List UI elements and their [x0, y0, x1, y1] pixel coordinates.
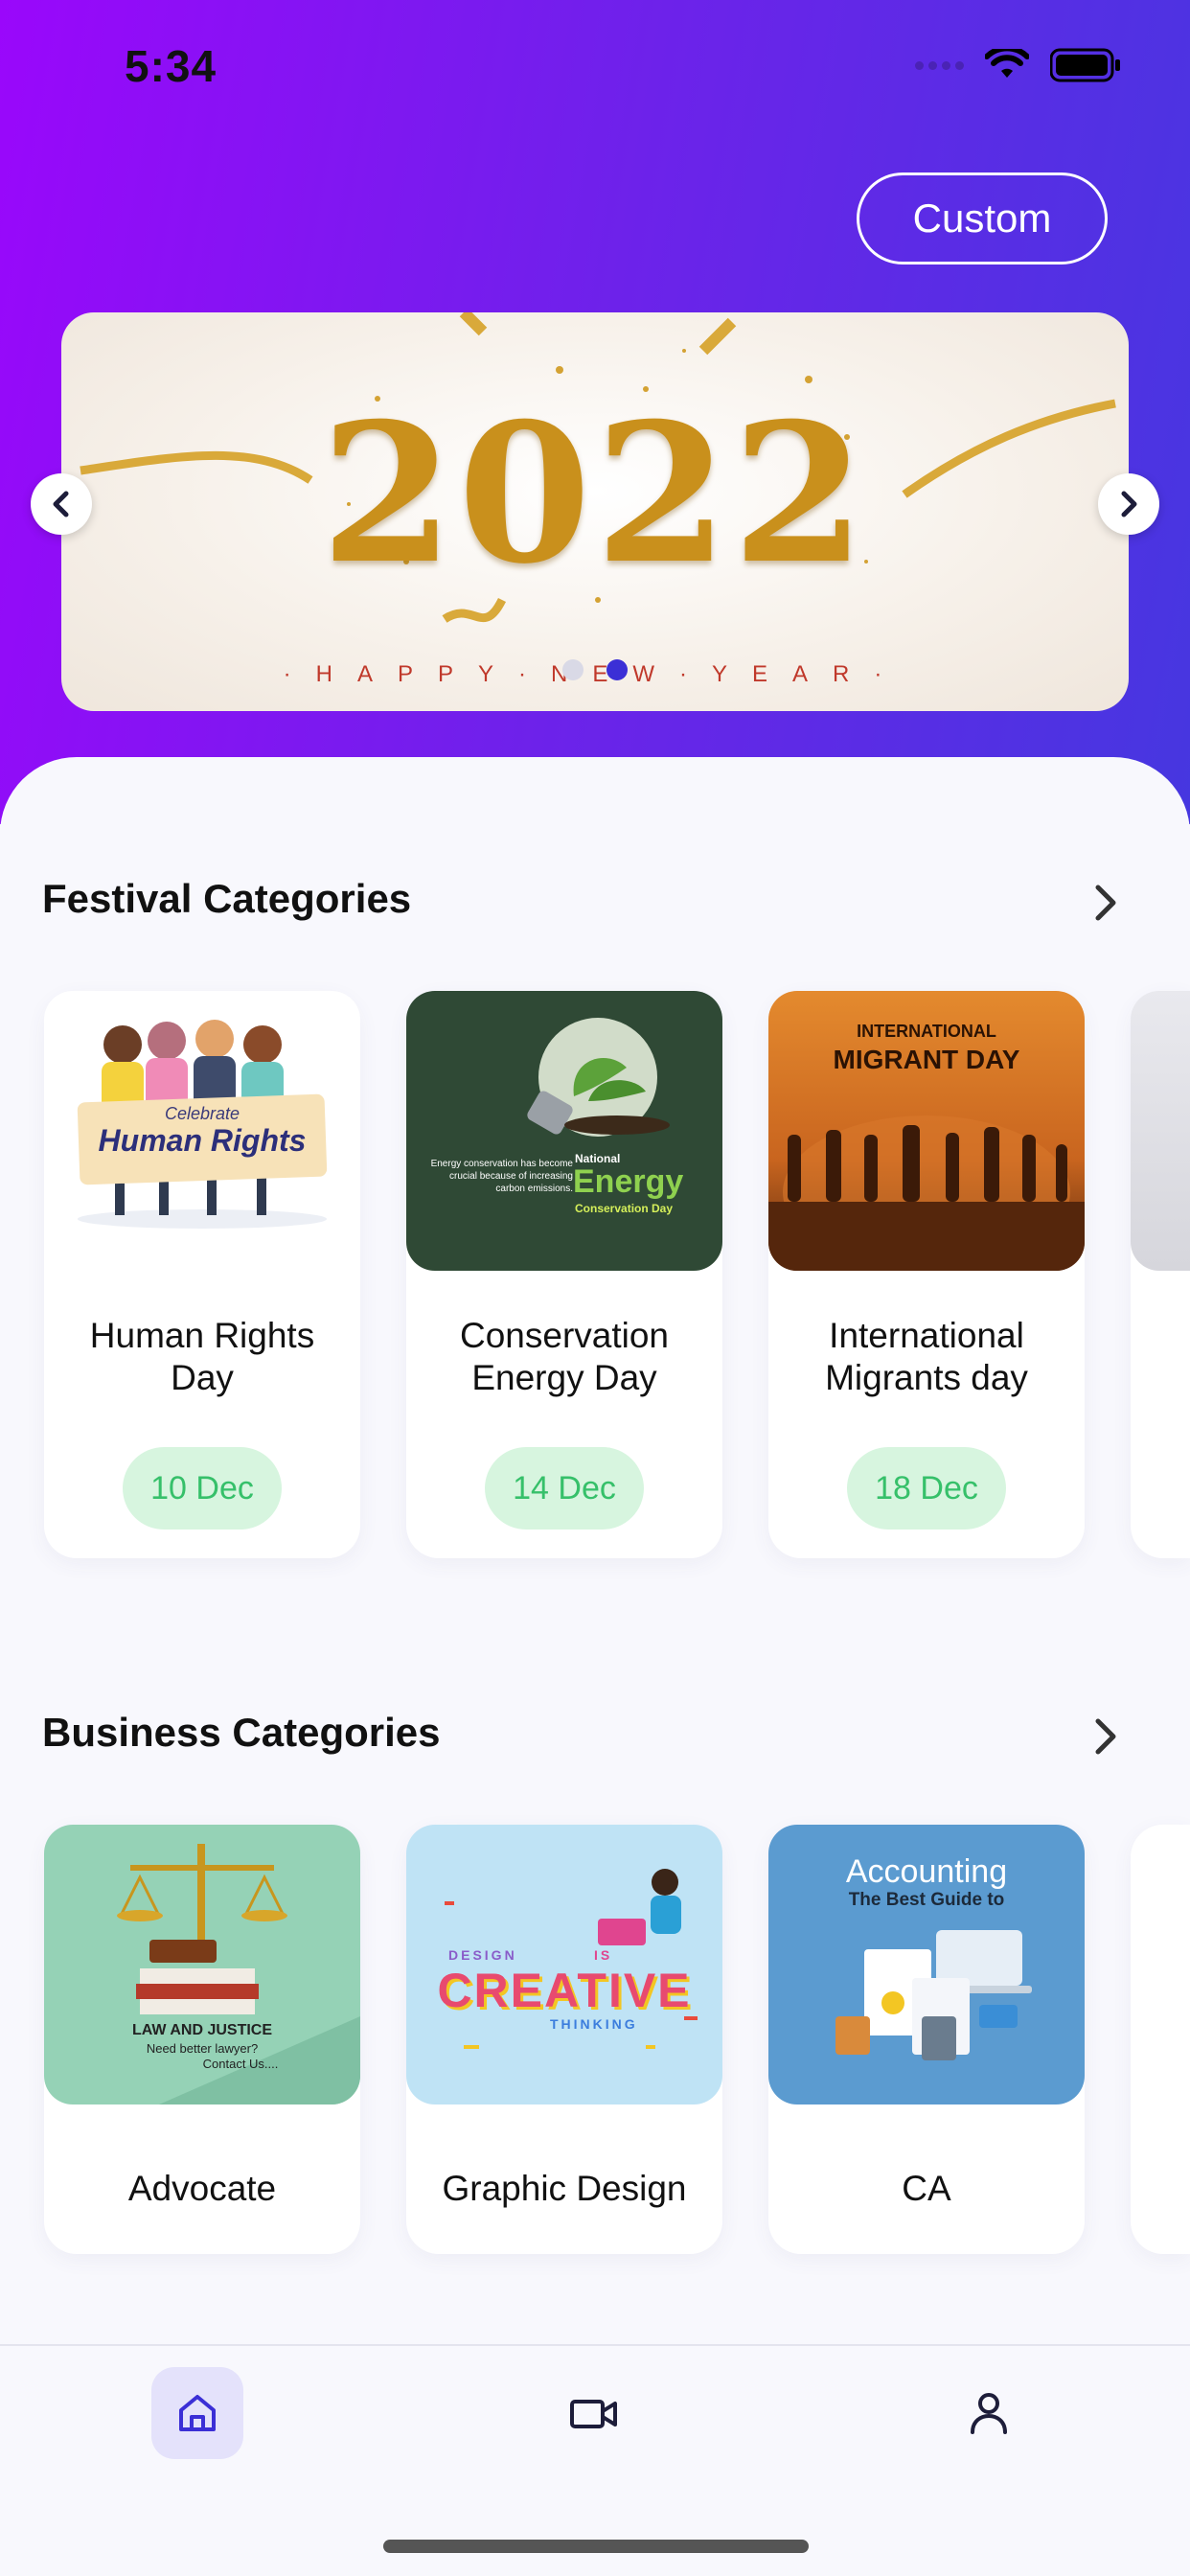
graphic-design-thumbnail: DESIGN IS CREATIVE THINKING — [406, 1825, 722, 2104]
advocate-thumb-sub2: Contact Us.... — [202, 2057, 279, 2071]
festival-card-title: International Migrants day — [825, 1316, 1028, 1397]
festival-card-title: Human Rights Day — [89, 1316, 315, 1397]
business-card-title: CA — [902, 2169, 951, 2208]
tab-video[interactable] — [548, 2367, 640, 2459]
banner-headline: 2022 — [320, 381, 870, 607]
business-card-title: Advocate — [127, 2169, 277, 2208]
carousel-prev-button[interactable] — [31, 473, 92, 535]
partial-thumbnail — [1131, 991, 1190, 1271]
bulb-illustration — [527, 1018, 670, 1137]
business-card-title: Graphic Design — [442, 2169, 687, 2208]
chevron-right-icon — [1121, 491, 1137, 518]
graphic-design-thumb-sub2: IS — [594, 1947, 613, 1963]
human-rights-thumbnail: Celebrate Human Rights — [44, 991, 360, 1271]
festival-section-title: Festival Categories — [42, 876, 412, 921]
migrants-thumbnail: INTERNATIONAL MIGRANT DAY — [768, 991, 1085, 1271]
business-see-all-chevron-icon[interactable] — [1088, 1715, 1123, 1758]
carousel-dot-active[interactable] — [606, 659, 628, 680]
tab-home[interactable] — [151, 2367, 243, 2459]
status-time: 5:34 — [125, 41, 217, 91]
human-rights-thumb-title: Human Rights — [98, 1123, 307, 1158]
graphic-design-thumb-sub: DESIGN — [448, 1947, 517, 1963]
business-card-advocate[interactable]: LAW AND JUSTICE Need better lawyer? Cont… — [44, 1825, 360, 2254]
business-card-graphic-design[interactable]: DESIGN IS CREATIVE THINKING Graphic Desi… — [406, 1825, 722, 2254]
ca-thumb-title: Accounting — [845, 1853, 1008, 1890]
wifi-icon — [985, 49, 1029, 78]
ca-thumb-sub: The Best Guide to — [848, 1890, 1005, 1910]
carousel-next-button[interactable] — [1098, 473, 1159, 535]
energy-thumb-sub2: Conservation Day — [575, 1202, 674, 1215]
profile-icon — [971, 2393, 1007, 2434]
festival-date-badge: 10 Dec — [123, 1447, 282, 1530]
festival-card-title: Conservation Energy Day — [459, 1316, 669, 1397]
graphic-design-thumb-title: CREATIVE — [437, 1964, 692, 2017]
festival-card-partial[interactable] — [1131, 991, 1190, 1558]
graphic-design-thumb-sub3: THINKING — [550, 2016, 638, 2032]
battery-icon — [1050, 48, 1120, 82]
carousel-dot[interactable] — [562, 659, 584, 680]
festival-card-human-rights[interactable]: Celebrate Human Rights Human Rights Day … — [44, 991, 360, 1558]
ca-thumbnail: Accounting The Best Guide to — [768, 1825, 1085, 2104]
business-card-ca[interactable]: Accounting The Best Guide to CA — [768, 1825, 1085, 2254]
advocate-thumbnail: LAW AND JUSTICE Need better lawyer? Cont… — [44, 1825, 360, 2104]
home-indicator — [383, 2540, 809, 2553]
video-icon — [570, 2400, 617, 2428]
energy-thumb-note: Energy conservation has become crucial b… — [430, 1159, 573, 1194]
business-section-title: Business Categories — [42, 1710, 441, 1755]
cellular-signal-icon — [915, 60, 964, 70]
migrants-thumb-title: MIGRANT DAY — [833, 1045, 1020, 1074]
human-rights-thumb-sub: Celebrate — [164, 1104, 240, 1123]
festival-date-badge: 14 Dec — [485, 1447, 644, 1530]
chevron-left-icon — [53, 491, 69, 518]
migrants-thumb-sub: INTERNATIONAL — [857, 1022, 996, 1041]
festival-see-all-chevron-icon[interactable] — [1088, 882, 1123, 924]
advocate-thumb-title: LAW AND JUSTICE — [131, 2022, 273, 2038]
banner-carousel[interactable]: 2022 ·HAPPY·NEW·YEAR· — [61, 312, 1129, 711]
advocate-thumb-sub: Need better lawyer? — [146, 2041, 259, 2056]
carousel-dots — [61, 659, 1129, 680]
home-icon — [179, 2395, 216, 2431]
business-card-partial[interactable] — [1131, 1825, 1190, 2254]
tab-profile[interactable] — [943, 2367, 1035, 2459]
status-icons — [915, 48, 1121, 82]
festival-date-badge: 18 Dec — [847, 1447, 1006, 1530]
energy-thumbnail: Energy conservation has become crucial b… — [406, 991, 722, 1271]
festival-card-migrants[interactable]: INTERNATIONAL MIGRANT DAY International … — [768, 991, 1085, 1558]
custom-button[interactable]: Custom — [857, 172, 1108, 264]
festival-card-energy[interactable]: Energy conservation has become crucial b… — [406, 991, 722, 1558]
energy-thumb-title: Energy — [573, 1163, 684, 1200]
